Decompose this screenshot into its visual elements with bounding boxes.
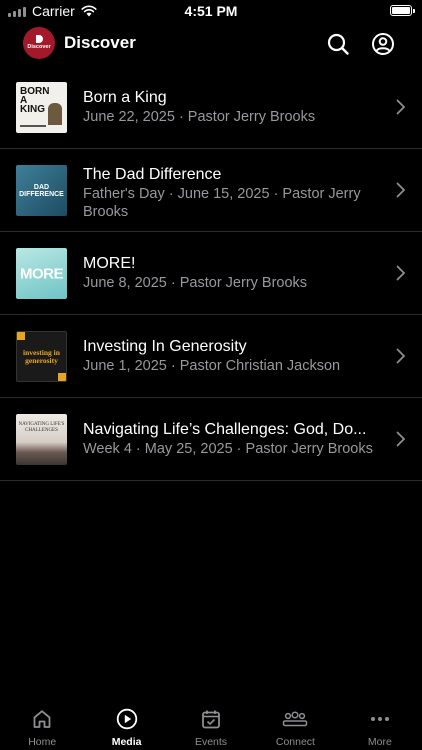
tab-events[interactable]: Events xyxy=(169,700,253,750)
thumb-title: BORN A KING xyxy=(20,86,50,115)
item-text: Navigating Life’s Challenges: God, Do...… xyxy=(83,420,382,458)
battery-icon xyxy=(390,5,415,16)
item-title: MORE! xyxy=(83,255,136,272)
tab-media[interactable]: Media xyxy=(84,700,168,750)
chevron-right-icon xyxy=(396,348,406,364)
item-text: Investing In Generosity June 1, 2025 · P… xyxy=(83,337,382,375)
list-item[interactable]: DAD DIFFERENCE The Dad Difference Father… xyxy=(0,149,422,232)
tab-home[interactable]: Home xyxy=(0,700,84,750)
tab-connect[interactable]: Connect xyxy=(253,700,337,750)
profile-button[interactable] xyxy=(371,32,395,56)
home-icon xyxy=(31,708,53,730)
item-subtitle: Week 4 · May 25, 2025 · Pastor Jerry Bro… xyxy=(83,441,373,457)
account-icon xyxy=(372,33,394,55)
church-logo: Discover xyxy=(23,27,55,59)
item-title: Investing In Generosity xyxy=(83,338,247,355)
item-text: The Dad Difference Father's Day · June 1… xyxy=(83,165,382,221)
sermon-thumbnail: DAD DIFFERENCE xyxy=(16,165,67,216)
sermon-thumbnail: MORE xyxy=(16,248,67,299)
sermon-thumbnail: NAVIGATING LIFE'S CHALLENGES xyxy=(16,414,67,465)
tab-label: Media xyxy=(111,736,142,748)
nav-header: Discover Discover xyxy=(0,24,422,66)
chevron-right-icon xyxy=(396,265,406,281)
list-item[interactable]: investing in generosity Investing In Gen… xyxy=(0,315,422,398)
thumb-title: investing in generosity xyxy=(23,347,60,365)
item-title: Navigating Life’s Challenges: God, Do... xyxy=(83,421,367,438)
tab-more[interactable]: More xyxy=(338,700,422,750)
chevron-right-icon xyxy=(396,99,406,115)
app-screen: Carrier 4:51 PM Discover Discover BORN A… xyxy=(0,0,422,750)
tab-label: Home xyxy=(28,736,57,748)
item-subtitle: June 22, 2025 · Pastor Jerry Brooks xyxy=(83,109,316,125)
calendar-icon xyxy=(200,708,222,730)
thumb-title: NAVIGATING LIFE'S CHALLENGES xyxy=(18,422,65,433)
list-item[interactable]: BORN A KING Born a King June 22, 2025 · … xyxy=(0,66,422,149)
logo-text: Discover xyxy=(27,44,51,51)
sermon-thumbnail: investing in generosity xyxy=(16,331,67,382)
search-button[interactable] xyxy=(326,32,350,56)
status-bar: Carrier 4:51 PM xyxy=(0,0,422,24)
ellipsis-icon xyxy=(369,708,391,730)
tab-label: More xyxy=(367,736,392,748)
thumb-title: DAD DIFFERENCE xyxy=(19,183,64,198)
list-item[interactable]: NAVIGATING LIFE'S CHALLENGES Navigating … xyxy=(0,398,422,481)
page-title: Discover xyxy=(64,33,136,52)
list-item[interactable]: MORE MORE! June 8, 2025 · Pastor Jerry B… xyxy=(0,232,422,315)
item-text: MORE! June 8, 2025 · Pastor Jerry Brooks xyxy=(83,254,382,292)
tab-label: Events xyxy=(194,736,228,748)
status-time: 4:51 PM xyxy=(184,3,238,19)
item-subtitle: June 8, 2025 · Pastor Jerry Brooks xyxy=(83,275,308,291)
search-icon xyxy=(327,33,349,55)
chevron-right-icon xyxy=(396,431,406,447)
tab-bar: Home Media Events Connect More xyxy=(0,700,422,750)
people-icon xyxy=(282,708,308,730)
sermon-thumbnail: BORN A KING xyxy=(16,82,67,133)
item-subtitle: June 1, 2025 · Pastor Christian Jackson xyxy=(83,358,341,374)
play-circle-icon xyxy=(116,708,138,730)
item-title: The Dad Difference xyxy=(83,166,222,183)
chevron-right-icon xyxy=(396,182,406,198)
item-text: Born a King June 22, 2025 · Pastor Jerry… xyxy=(83,88,382,126)
item-subtitle: Father's Day · June 15, 2025 · Pastor Je… xyxy=(83,186,361,220)
media-list: BORN A KING Born a King June 22, 2025 · … xyxy=(0,66,422,481)
thumb-title: MORE xyxy=(20,265,64,282)
item-title: Born a King xyxy=(83,89,167,106)
tab-label: Connect xyxy=(275,736,315,748)
